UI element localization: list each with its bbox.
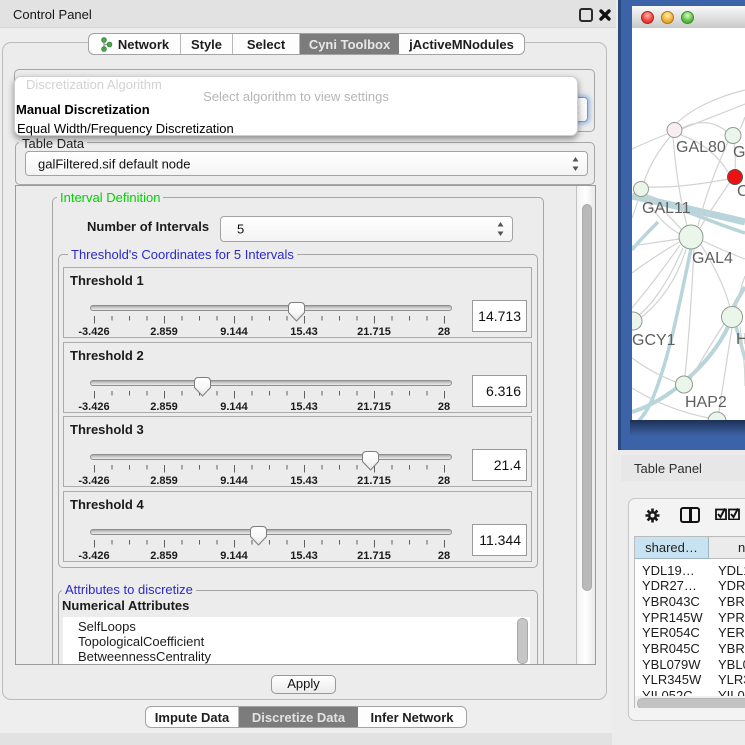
svg-text:GAL80: GAL80: [676, 139, 726, 156]
svg-text:HA: HA: [736, 331, 745, 348]
svg-text:GAL11: GAL11: [642, 200, 691, 217]
svg-text:CY: CY: [737, 183, 745, 200]
svg-text:GA: GA: [733, 144, 745, 161]
svg-text:GAL4: GAL4: [692, 250, 733, 267]
svg-text:HAP2: HAP2: [685, 394, 727, 411]
svg-text:GCY1: GCY1: [632, 332, 676, 349]
